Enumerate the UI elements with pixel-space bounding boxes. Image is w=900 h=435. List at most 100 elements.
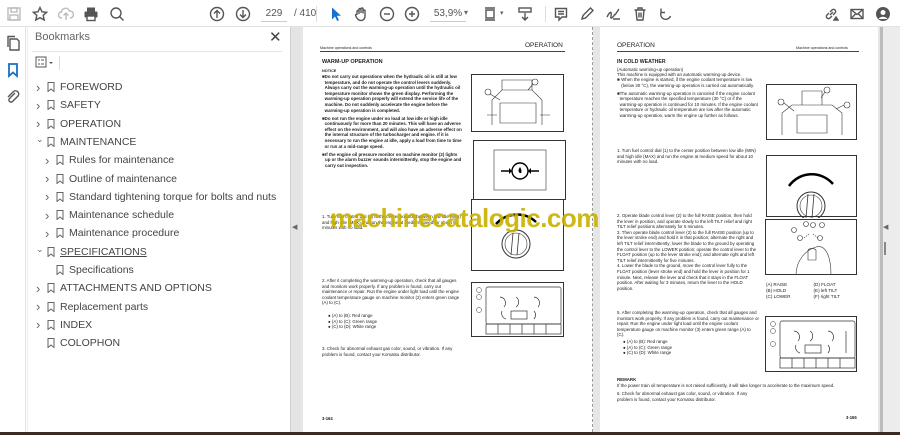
next-page-icon[interactable] — [233, 4, 253, 24]
bookmark-icon — [56, 155, 64, 166]
toolbar: / 410 ▾ ▾ — [0, 0, 900, 27]
chevron-right-icon[interactable]: › — [45, 171, 54, 186]
fit-dropdown-icon[interactable]: ▾ — [500, 9, 504, 17]
bookmark-item[interactable]: › OPERATION — [36, 115, 121, 133]
range-item: (A) to (B): Red range — [626, 339, 668, 344]
bookmarks-icon[interactable] — [3, 60, 23, 80]
vertical-scrollbar[interactable]: ◀ — [880, 27, 900, 432]
previous-page-icon[interactable] — [207, 4, 227, 24]
bookmark-item[interactable]: Specifications — [45, 261, 134, 279]
attachments-icon[interactable] — [3, 87, 23, 107]
bookmark-item[interactable]: › ATTACHMENTS AND OPTIONS — [36, 279, 212, 297]
collapse-panel-icon[interactable]: ◀ — [292, 223, 297, 231]
chevron-right-icon[interactable]: › — [36, 80, 45, 95]
steps-list: 2. Operate blade control lever (2) to th… — [617, 213, 759, 291]
close-panel-icon[interactable]: ✕ — [269, 28, 282, 46]
chevron-down-icon[interactable]: ⌄ — [36, 244, 45, 255]
bookmark-icon — [56, 265, 64, 276]
scroll-mode-icon[interactable] — [515, 4, 535, 24]
bookmark-item[interactable]: › FOREWORD — [36, 78, 122, 96]
bookmark-item[interactable]: › Maintenance procedure — [45, 224, 179, 242]
bookmark-options-button[interactable] — [35, 56, 55, 69]
bookmark-label: SAFETY — [60, 99, 101, 112]
delete-icon[interactable] — [630, 4, 650, 24]
bookmark-item[interactable]: › Maintenance schedule — [45, 206, 174, 224]
expand-right-panel-icon[interactable]: ◀ — [883, 223, 888, 231]
notice-list: ■ Do not carry out operations when the hy… — [322, 74, 462, 168]
email-icon[interactable] — [847, 4, 867, 24]
notice-item: If the engine oil pressure monitor on ma… — [325, 151, 462, 168]
zoom-level-input[interactable] — [430, 5, 466, 22]
panel-splitter[interactable]: ◀ — [290, 27, 300, 432]
step-4: 4. Lower the blade to the ground, move t… — [617, 263, 750, 291]
bookmark-icon — [56, 228, 64, 239]
highlight-pen-icon[interactable] — [577, 4, 597, 24]
print-icon[interactable] — [81, 4, 101, 24]
chevron-down-icon[interactable]: ⌄ — [36, 134, 45, 145]
page-header-right: OPERATION — [525, 42, 563, 49]
zoom-in-icon[interactable] — [402, 4, 422, 24]
bookmark-item[interactable]: › Replacement parts — [36, 298, 148, 316]
step-5: 5. After completing the warming-up opera… — [617, 310, 759, 338]
bookmarks-panel: Bookmarks ✕ › FOREWORD › SAFETY › OPERATION ⌄ M… — [26, 27, 290, 432]
step-2: 2. After it completing the warming-up op… — [322, 278, 460, 306]
zoom-out-icon[interactable] — [377, 4, 397, 24]
bookmark-label: SPECIFICATIONS — [60, 245, 147, 258]
sign-icon[interactable] — [603, 4, 623, 24]
bookmark-item[interactable]: › Rules for maintenance — [45, 151, 174, 169]
bookmark-icon — [47, 319, 55, 331]
zoom-dropdown-icon[interactable]: ▾ — [464, 8, 468, 17]
step-3: 3. Then operate blade control lever (2) … — [617, 229, 757, 263]
page-number-input[interactable] — [261, 5, 287, 22]
bookmark-item[interactable]: ⌄ MAINTENANCE — [36, 133, 136, 151]
bookmark-item[interactable]: COLOPHON — [36, 334, 120, 352]
bookmark-label: Standard tightening torque for bolts and… — [69, 190, 277, 203]
notice-item: Do not carry out operations when the hyd… — [324, 74, 461, 113]
upload-cloud-icon[interactable] — [56, 4, 76, 24]
search-icon[interactable] — [107, 4, 127, 24]
scrollbar-thumb[interactable] — [884, 242, 886, 255]
page-thumbnails-icon[interactable] — [3, 33, 23, 53]
chevron-right-icon[interactable]: › — [36, 299, 45, 314]
hand-tool-icon[interactable] — [351, 4, 371, 24]
bookmark-icon — [47, 136, 55, 148]
fit-page-icon[interactable] — [480, 4, 500, 24]
bookmark-icon — [47, 246, 55, 258]
page-number: 3-165 — [846, 415, 857, 420]
chevron-right-icon[interactable]: › — [45, 226, 54, 241]
select-cursor-icon[interactable] — [326, 4, 346, 24]
chevron-right-icon[interactable]: › — [45, 153, 54, 168]
bookmark-icon — [47, 301, 55, 313]
bookmark-item[interactable]: ⌄ SPECIFICATIONS — [36, 243, 147, 261]
divider — [32, 51, 282, 52]
bookmark-item[interactable]: › Outline of maintenance — [45, 170, 177, 188]
comment-icon[interactable] — [551, 4, 571, 24]
chevron-right-icon[interactable]: › — [45, 208, 54, 223]
rotate-icon[interactable] — [656, 4, 676, 24]
bookmark-icon — [56, 191, 64, 203]
chevron-right-icon[interactable]: › — [45, 189, 54, 204]
range-list: ● (A) to (B): Red range ● (A) to (C): Gr… — [623, 339, 673, 356]
bookmark-icon — [47, 100, 55, 111]
chevron-right-icon[interactable]: › — [36, 317, 45, 332]
info-item: When the engine is started, if the engin… — [621, 77, 755, 88]
bookmark-label: FOREWORD — [60, 81, 123, 93]
bookmark-item[interactable]: › Standard tightening torque for bolts an… — [45, 188, 276, 206]
chevron-right-icon[interactable]: › — [36, 281, 45, 296]
bookmark-item[interactable]: › SAFETY — [36, 96, 101, 114]
share-link-icon[interactable] — [821, 4, 841, 24]
page-header-left: OPERATION — [617, 42, 655, 49]
bookmark-icon — [47, 118, 55, 130]
star-icon[interactable] — [30, 4, 50, 24]
chevron-right-icon[interactable]: › — [36, 98, 45, 113]
page-total: / 410 — [294, 8, 317, 19]
bookmarks-panel-title: Bookmarks — [35, 31, 91, 43]
bookmark-item[interactable]: › INDEX — [36, 316, 92, 334]
save-icon[interactable] — [4, 4, 24, 24]
chevron-right-icon[interactable]: › — [36, 116, 45, 131]
bookmark-icon — [56, 210, 64, 221]
range-item: (A) to (C): Green range — [331, 318, 378, 324]
account-icon[interactable] — [873, 4, 893, 24]
notice-item: Do not run the engine under no load at l… — [324, 115, 462, 149]
options-list-icon — [35, 56, 53, 68]
